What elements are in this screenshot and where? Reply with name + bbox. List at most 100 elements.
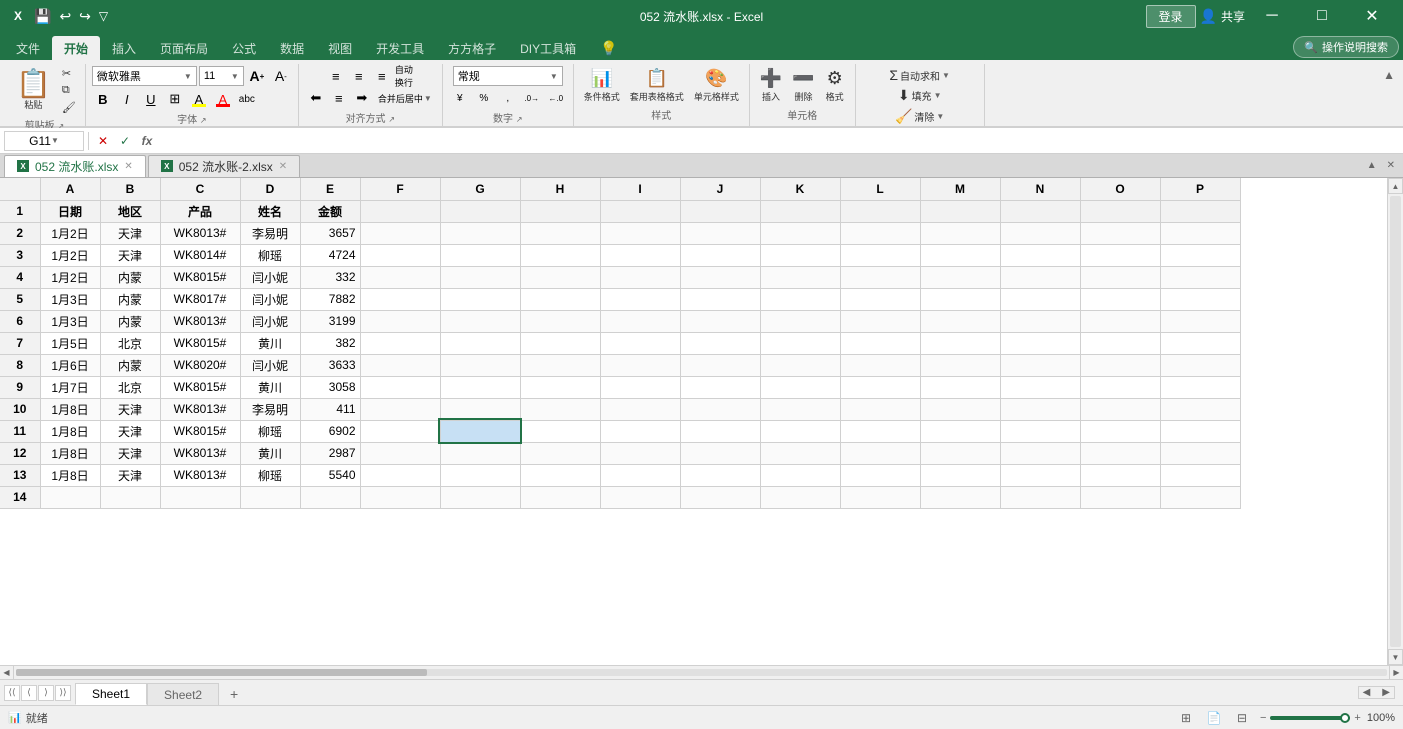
cell-P3[interactable]: [1160, 244, 1240, 266]
cell-H14[interactable]: [520, 486, 600, 508]
workbook-tab-scroll-up[interactable]: ▲: [1363, 160, 1381, 171]
cell-A5[interactable]: 1月3日: [40, 288, 100, 310]
redo-icon[interactable]: ↪: [77, 8, 93, 25]
fill-color-button[interactable]: A: [188, 89, 210, 109]
col-header-I[interactable]: I: [600, 178, 680, 200]
cell-D12[interactable]: 黄川: [240, 442, 300, 464]
cell-H8[interactable]: [520, 354, 600, 376]
cell-C14[interactable]: [160, 486, 240, 508]
login-button[interactable]: 登录: [1146, 5, 1196, 28]
cell-B9[interactable]: 北京: [100, 376, 160, 398]
cell-O4[interactable]: [1080, 266, 1160, 288]
cell-H4[interactable]: [520, 266, 600, 288]
cell-G10[interactable]: [440, 398, 520, 420]
cell-N6[interactable]: [1000, 310, 1080, 332]
col-header-B[interactable]: B: [100, 178, 160, 200]
cell-O2[interactable]: [1080, 222, 1160, 244]
cell-F8[interactable]: [360, 354, 440, 376]
row-num-10[interactable]: 10: [0, 398, 40, 420]
cell-E1[interactable]: 金额: [300, 200, 360, 222]
font-name-selector[interactable]: 微软雅黑 ▼: [92, 66, 197, 86]
cell-A6[interactable]: 1月3日: [40, 310, 100, 332]
row-num-6[interactable]: 6: [0, 310, 40, 332]
row-num-4[interactable]: 4: [0, 266, 40, 288]
cell-A8[interactable]: 1月6日: [40, 354, 100, 376]
cell-D9[interactable]: 黄川: [240, 376, 300, 398]
cell-ref-dropdown[interactable]: ▼: [51, 136, 59, 145]
ribbon-search[interactable]: 🔍 操作说明搜索: [1293, 36, 1399, 58]
cell-F5[interactable]: [360, 288, 440, 310]
cell-F10[interactable]: [360, 398, 440, 420]
cell-B6[interactable]: 内蒙: [100, 310, 160, 332]
cell-M1[interactable]: [920, 200, 1000, 222]
cell-E9[interactable]: 3058: [300, 376, 360, 398]
cell-P10[interactable]: [1160, 398, 1240, 420]
cell-K7[interactable]: [760, 332, 840, 354]
cell-L5[interactable]: [840, 288, 920, 310]
cell-K8[interactable]: [760, 354, 840, 376]
cell-K12[interactable]: [760, 442, 840, 464]
cell-P9[interactable]: [1160, 376, 1240, 398]
align-left-button[interactable]: ⬅: [305, 88, 327, 108]
sheet-nav-next[interactable]: ⟩: [38, 685, 54, 701]
cell-I8[interactable]: [600, 354, 680, 376]
cell-H1[interactable]: [520, 200, 600, 222]
tab-developer[interactable]: 开发工具: [364, 36, 436, 60]
cell-F7[interactable]: [360, 332, 440, 354]
cell-A9[interactable]: 1月7日: [40, 376, 100, 398]
cell-I9[interactable]: [600, 376, 680, 398]
cell-K14[interactable]: [760, 486, 840, 508]
cell-O11[interactable]: [1080, 420, 1160, 442]
sheet-scroll-left[interactable]: ◀: [1359, 687, 1375, 698]
zoom-decrease-button[interactable]: −: [1260, 712, 1266, 724]
cell-C8[interactable]: WK8020#: [160, 354, 240, 376]
clear-button[interactable]: 🧹 清除 ▼: [892, 107, 947, 126]
copy-button[interactable]: ⧉: [59, 83, 79, 98]
comma-button[interactable]: ,: [497, 88, 519, 108]
cell-K5[interactable]: [760, 288, 840, 310]
increase-decimal-button[interactable]: .0→: [521, 88, 543, 108]
tab-home[interactable]: 开始: [52, 36, 100, 60]
cell-J8[interactable]: [680, 354, 760, 376]
cell-H5[interactable]: [520, 288, 600, 310]
cell-N4[interactable]: [1000, 266, 1080, 288]
cell-M8[interactable]: [920, 354, 1000, 376]
cell-F1[interactable]: [360, 200, 440, 222]
workbook-tab-2[interactable]: X 052 流水账-2.xlsx ✕: [148, 155, 300, 177]
font-color-button[interactable]: A: [212, 89, 234, 109]
underline-button[interactable]: U: [140, 89, 162, 109]
cell-G5[interactable]: [440, 288, 520, 310]
cell-L12[interactable]: [840, 442, 920, 464]
col-header-A[interactable]: A: [40, 178, 100, 200]
row-num-12[interactable]: 12: [0, 442, 40, 464]
cell-L3[interactable]: [840, 244, 920, 266]
cell-D3[interactable]: 柳瑶: [240, 244, 300, 266]
cell-B4[interactable]: 内蒙: [100, 266, 160, 288]
cell-P6[interactable]: [1160, 310, 1240, 332]
insert-function-button[interactable]: fx: [137, 131, 157, 151]
cell-F12[interactable]: [360, 442, 440, 464]
cell-I10[interactable]: [600, 398, 680, 420]
cell-I5[interactable]: [600, 288, 680, 310]
col-header-K[interactable]: K: [760, 178, 840, 200]
zoom-track[interactable]: [1270, 716, 1350, 720]
cell-M10[interactable]: [920, 398, 1000, 420]
table-format-button[interactable]: 📋 套用表格格式: [626, 66, 688, 105]
cell-N2[interactable]: [1000, 222, 1080, 244]
close-button[interactable]: ✕: [1349, 0, 1395, 32]
format-button[interactable]: ⚙ 格式: [821, 66, 849, 105]
cell-P14[interactable]: [1160, 486, 1240, 508]
tab-view[interactable]: 视图: [316, 36, 364, 60]
cell-A4[interactable]: 1月2日: [40, 266, 100, 288]
row-num-14[interactable]: 14: [0, 486, 40, 508]
cell-J7[interactable]: [680, 332, 760, 354]
col-header-F[interactable]: F: [360, 178, 440, 200]
italic-button[interactable]: I: [116, 89, 138, 109]
tab-lightbulb[interactable]: 💡: [588, 36, 629, 60]
cell-J3[interactable]: [680, 244, 760, 266]
cell-K1[interactable]: [760, 200, 840, 222]
cell-H12[interactable]: [520, 442, 600, 464]
cell-D7[interactable]: 黄川: [240, 332, 300, 354]
cell-O5[interactable]: [1080, 288, 1160, 310]
align-right-button[interactable]: ➡: [351, 88, 373, 108]
